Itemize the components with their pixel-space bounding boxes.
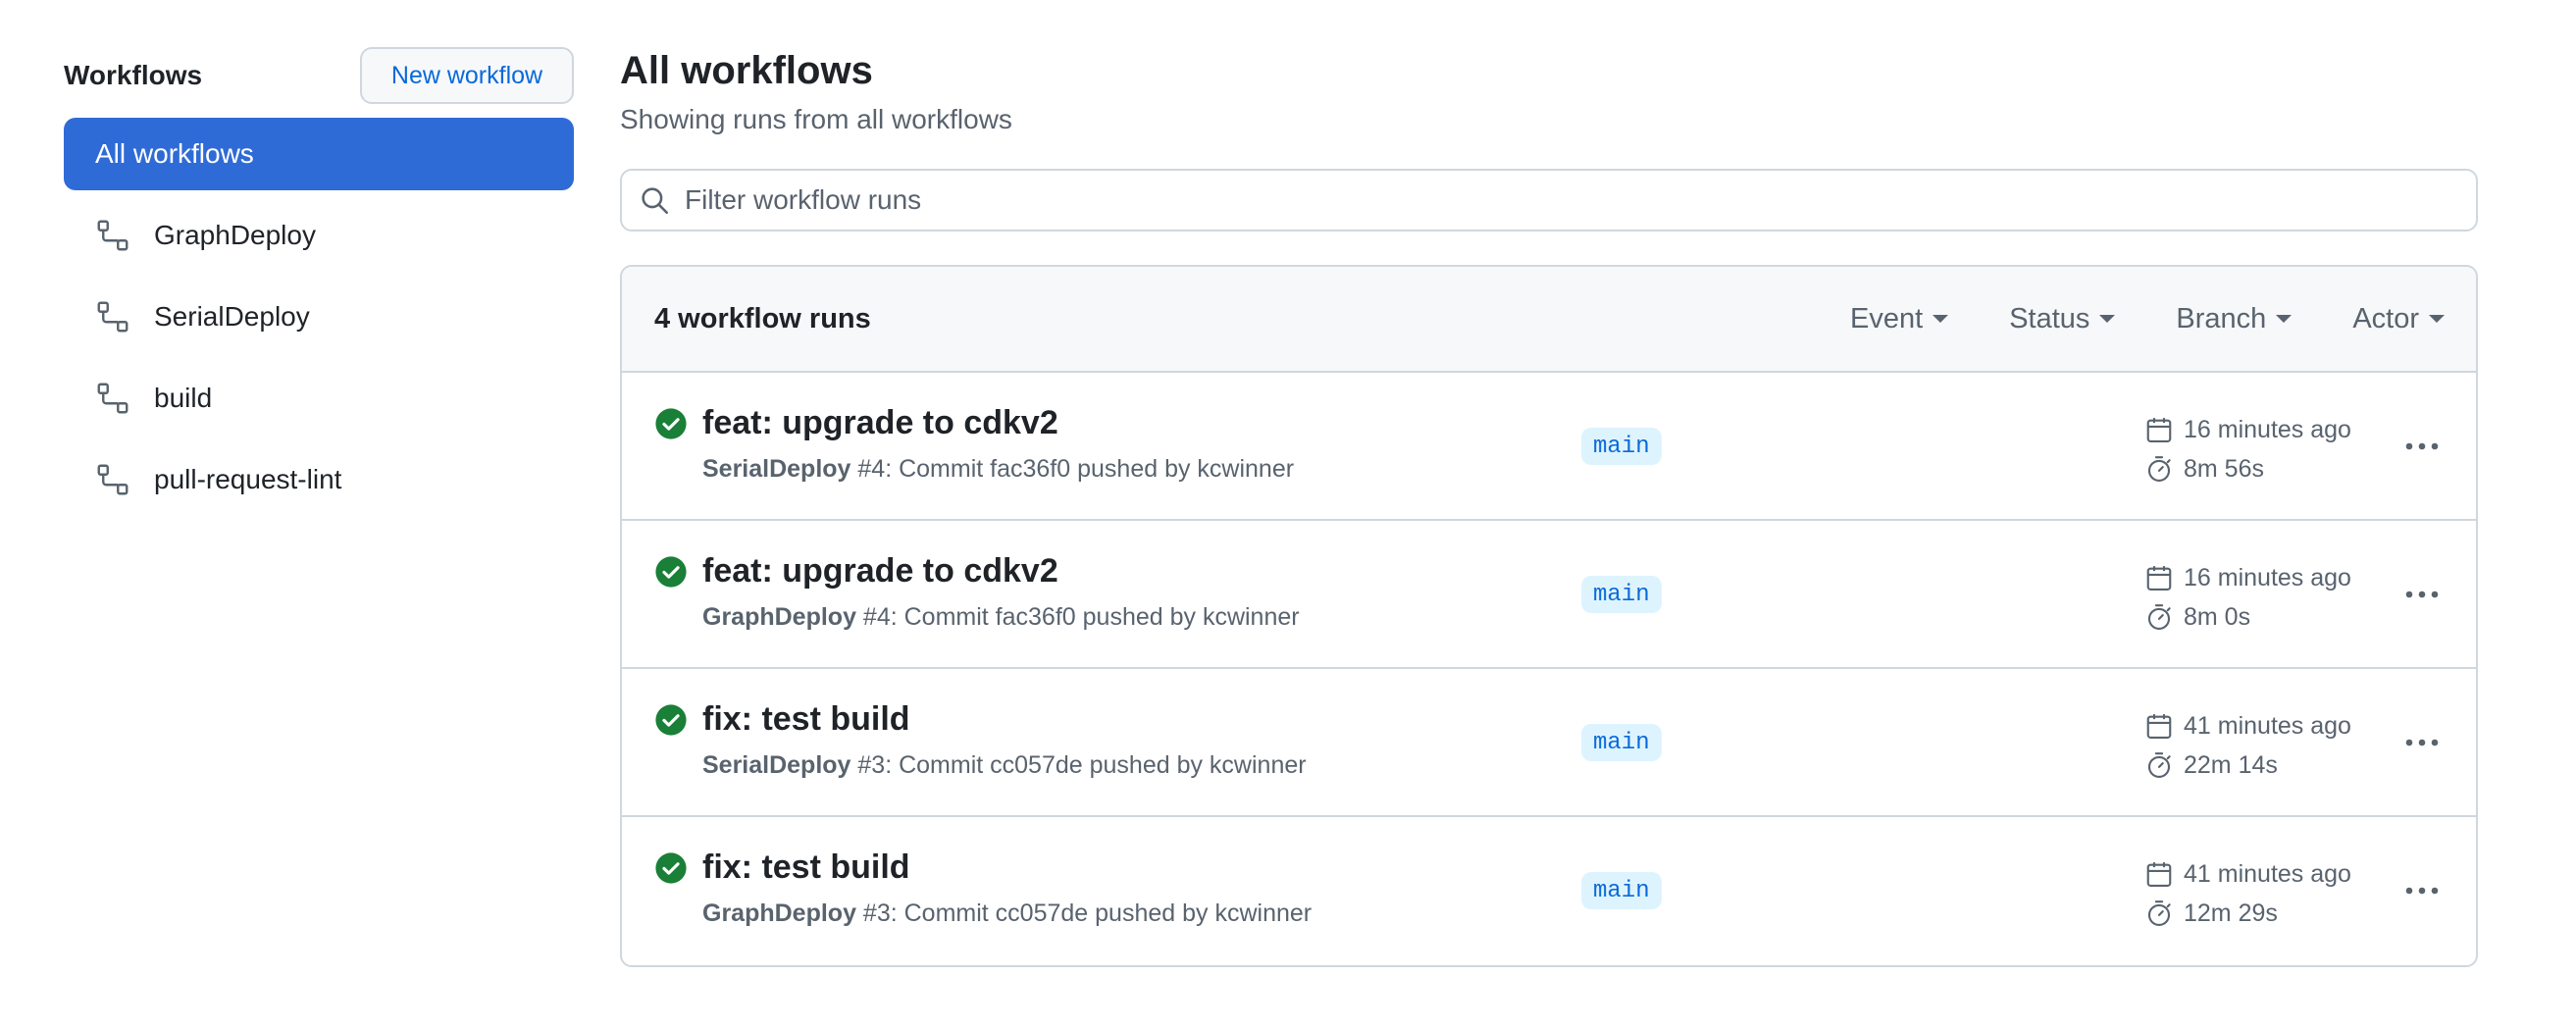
sidebar-item-build[interactable]: build [64, 362, 574, 435]
page-subtitle: Showing runs from all workflows [620, 104, 1012, 134]
run-timing: 16 minutes ago 8m 56s [2144, 410, 2351, 488]
caret-down-icon [2276, 315, 2293, 323]
stopwatch-icon [2147, 752, 2171, 778]
sidebar-item-serialdeploy[interactable]: SerialDeploy [64, 281, 574, 353]
run-timing: 16 minutes ago 8m 0s [2144, 558, 2351, 637]
new-workflow-button[interactable]: New workflow [360, 47, 574, 104]
run-time-ago: 16 minutes ago [2184, 415, 2351, 443]
actions-page: Workflows New workflow All workflows Gra… [0, 0, 2576, 1028]
kebab-horizontal-icon [2405, 591, 2439, 598]
run-title-link[interactable]: feat: upgrade to cdkv2 [702, 404, 1058, 442]
run-meta: GraphDeploy #3: Commit cc057de pushed by… [702, 900, 1312, 928]
run-options-button[interactable] [2397, 576, 2447, 613]
run-workflow-name: SerialDeploy [702, 455, 851, 483]
filter-runs-input[interactable] [685, 184, 2450, 216]
stopwatch-icon [2147, 604, 2171, 630]
workflow-runs-main: All workflows Showing runs from all work… [620, 47, 2478, 967]
calendar-icon [2146, 566, 2172, 591]
run-detail: #4: Commit fac36f0 pushed by kcwinner [855, 603, 1300, 631]
success-check-icon [655, 556, 687, 588]
branch-badge[interactable]: main [1581, 428, 1662, 465]
run-title-link[interactable]: fix: test build [702, 848, 910, 887]
run-detail: #3: Commit cc057de pushed by kcwinner [850, 751, 1307, 779]
event-filter-dropdown[interactable]: Event [1850, 302, 1949, 335]
workflow-icon [97, 383, 129, 414]
run-detail: #3: Commit cc057de pushed by kcwinner [855, 900, 1313, 927]
run-workflow-name: GraphDeploy [702, 900, 856, 927]
success-check-icon [655, 408, 687, 439]
sidebar-item-label: SerialDeploy [154, 301, 310, 332]
filter-label: Event [1850, 302, 1924, 334]
run-duration: 12m 29s [2184, 899, 2278, 927]
run-workflow-name: SerialDeploy [702, 751, 851, 779]
filter-label: Status [2009, 302, 2090, 334]
sidebar-title: Workflows [64, 60, 203, 90]
branch-badge[interactable]: main [1581, 724, 1662, 761]
status-filter-dropdown[interactable]: Status [2009, 302, 2116, 335]
workflows-sidebar: Workflows New workflow All workflows Gra… [64, 47, 574, 525]
run-title-link[interactable]: fix: test build [702, 700, 910, 739]
run-detail: #4: Commit fac36f0 pushed by kcwinner [850, 455, 1295, 483]
workflow-icon [97, 464, 129, 495]
actor-filter-dropdown[interactable]: Actor [2352, 303, 2445, 335]
workflow-run-row: feat: upgrade to cdkv2 GraphDeploy #4: C… [622, 521, 2476, 669]
sidebar-header: Workflows New workflow [64, 47, 574, 104]
run-timing: 41 minutes ago 12m 29s [2144, 854, 2351, 933]
run-duration: 8m 0s [2184, 602, 2251, 631]
runs-list-header: 4 workflow runs Event Status Branch Acto… [622, 267, 2476, 373]
run-time-ago: 41 minutes ago [2184, 711, 2351, 740]
run-duration: 22m 14s [2184, 750, 2278, 779]
sidebar-item-pull-request-lint[interactable]: pull-request-lint [64, 443, 574, 516]
workflow-run-row: fix: test build GraphDeploy #3: Commit c… [622, 817, 2476, 965]
sidebar-item-label: build [154, 383, 213, 413]
calendar-icon [2146, 714, 2172, 739]
kebab-horizontal-icon [2405, 739, 2439, 746]
run-options-button[interactable] [2397, 872, 2447, 909]
run-options-button[interactable] [2397, 724, 2447, 761]
workflow-nav-list: All workflows GraphDeploy SerialDeploy b… [64, 118, 574, 516]
filter-search-box [620, 169, 2478, 231]
run-meta: GraphDeploy #4: Commit fac36f0 pushed by… [702, 603, 1300, 632]
run-time-ago: 16 minutes ago [2184, 563, 2351, 591]
kebab-horizontal-icon [2405, 887, 2439, 895]
page-title: All workflows [620, 49, 873, 92]
calendar-icon [2146, 418, 2172, 442]
run-meta: SerialDeploy #3: Commit cc057de pushed b… [702, 751, 1307, 780]
workflow-icon [97, 220, 129, 251]
runs-count: 4 workflow runs [654, 302, 871, 334]
filter-label: Actor [2352, 302, 2419, 334]
caret-down-icon [2429, 315, 2445, 323]
calendar-icon [2146, 862, 2172, 887]
caret-down-icon [1932, 315, 1949, 323]
filter-label: Branch [2176, 302, 2267, 334]
stopwatch-icon [2147, 456, 2171, 482]
kebab-horizontal-icon [2405, 442, 2439, 450]
runs-filters: Event Status Branch Actor [1789, 303, 2445, 335]
run-time-ago: 41 minutes ago [2184, 859, 2351, 888]
run-timing: 41 minutes ago 22m 14s [2144, 706, 2351, 785]
workflow-run-row: fix: test build SerialDeploy #3: Commit … [622, 669, 2476, 817]
workflow-run-row: feat: upgrade to cdkv2 SerialDeploy #4: … [622, 373, 2476, 521]
branch-badge[interactable]: main [1581, 576, 1662, 613]
run-workflow-name: GraphDeploy [702, 603, 856, 631]
sidebar-item-label: pull-request-lint [154, 464, 342, 494]
sidebar-item-label: All workflows [95, 138, 254, 169]
sidebar-item-all-workflows[interactable]: All workflows [64, 118, 574, 190]
success-check-icon [655, 704, 687, 736]
run-duration: 8m 56s [2184, 454, 2264, 483]
stopwatch-icon [2147, 900, 2171, 926]
run-title-link[interactable]: feat: upgrade to cdkv2 [702, 552, 1058, 591]
success-check-icon [655, 852, 687, 884]
run-meta: SerialDeploy #4: Commit fac36f0 pushed b… [702, 455, 1294, 484]
branch-filter-dropdown[interactable]: Branch [2176, 302, 2293, 335]
run-options-button[interactable] [2397, 428, 2447, 465]
workflow-runs-list: 4 workflow runs Event Status Branch Acto… [620, 265, 2478, 967]
search-icon [642, 187, 669, 215]
sidebar-item-graphdeploy[interactable]: GraphDeploy [64, 199, 574, 272]
sidebar-item-label: GraphDeploy [154, 220, 316, 250]
workflow-icon [97, 301, 129, 333]
caret-down-icon [2099, 315, 2116, 323]
branch-badge[interactable]: main [1581, 872, 1662, 909]
